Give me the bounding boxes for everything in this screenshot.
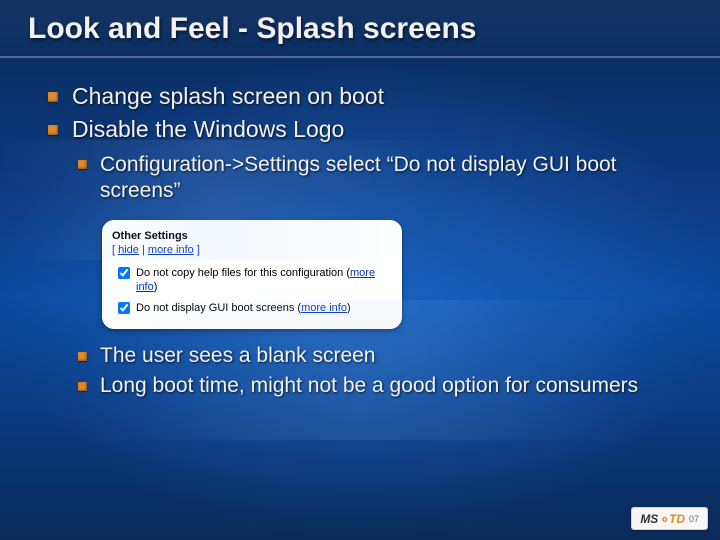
bullet-item: Change splash screen on boot — [48, 82, 672, 111]
other-settings-panel: Other Settings [ hide | more info ] Do n… — [102, 220, 402, 329]
hide-link[interactable]: hide — [118, 244, 139, 256]
bullet-item: Disable the Windows Logo — [48, 115, 672, 144]
chevron-icon: ‹› — [661, 511, 666, 526]
checkbox-label-text: Do not display GUI boot screens — [136, 302, 294, 314]
bullet-item: The user sees a blank screen — [78, 343, 672, 369]
bullet-item: Long boot time, might not be a good opti… — [78, 373, 672, 399]
checkbox-label: Do not copy help files for this configur… — [136, 266, 392, 295]
bullet-list-level2: The user sees a blank screen Long boot t… — [78, 343, 672, 400]
panel-link-row: [ hide | more info ] — [112, 244, 392, 256]
paren-close: ) — [347, 302, 351, 314]
badge-ms: MS — [640, 512, 658, 526]
checkbox-no-gui-boot[interactable] — [118, 302, 130, 314]
settings-panel-wrap: Other Settings [ hide | more info ] Do n… — [102, 220, 672, 329]
setting-row: Do not display GUI boot screens (more in… — [118, 301, 392, 315]
checkbox-label-text: Do not copy help files for this configur… — [136, 267, 343, 279]
more-info-link[interactable]: more info — [148, 244, 194, 256]
badge-year: 07 — [689, 514, 699, 524]
footer-badge: MS ‹› TD 07 — [631, 507, 708, 530]
setting-row: Do not copy help files for this configur… — [118, 266, 392, 295]
checkbox-no-help-files[interactable] — [118, 267, 130, 279]
bullet-list-level2: Configuration->Settings select “Do not d… — [78, 152, 672, 205]
badge-td: TD — [669, 512, 685, 526]
slide-title: Look and Feel - Splash screens — [28, 12, 692, 46]
more-info-link[interactable]: more info — [301, 302, 347, 314]
bracket-close: ] — [194, 244, 200, 256]
title-bar: Look and Feel - Splash screens — [0, 0, 720, 58]
link-separator: | — [139, 244, 148, 256]
panel-heading: Other Settings — [112, 230, 392, 242]
paren-open: ( — [343, 267, 350, 279]
checkbox-label: Do not display GUI boot screens (more in… — [136, 301, 351, 315]
bullet-list-level1: Change splash screen on boot Disable the… — [48, 82, 672, 144]
paren-close: ) — [154, 281, 158, 293]
slide-content: Change splash screen on boot Disable the… — [0, 58, 720, 399]
bullet-item: Configuration->Settings select “Do not d… — [78, 152, 672, 205]
